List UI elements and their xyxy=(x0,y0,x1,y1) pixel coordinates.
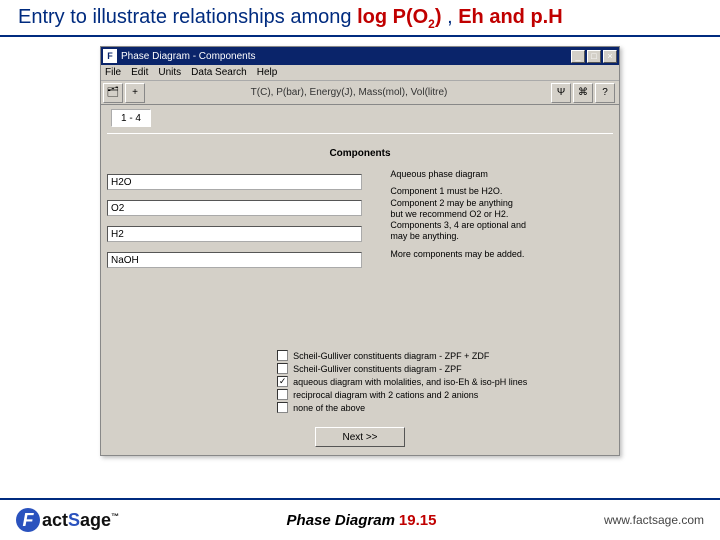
option-label: Scheil-Gulliver constituents diagram - Z… xyxy=(293,351,489,361)
checkbox-icon: ✓ xyxy=(277,376,288,387)
title-hl-2: Eh and p.H xyxy=(458,6,562,28)
checkbox-icon xyxy=(277,402,288,413)
window-title: Phase Diagram - Components xyxy=(121,51,571,62)
option-aqueous[interactable]: ✓ aqueous diagram with molalities, and i… xyxy=(277,376,527,387)
footer-url: www.factsage.com xyxy=(604,513,704,527)
menubar: File Edit Units Data Search Help xyxy=(101,65,619,81)
factsage-logo: F actSage™ xyxy=(16,508,119,532)
maximize-button[interactable]: □ xyxy=(587,50,601,63)
add-icon[interactable]: + xyxy=(125,83,145,103)
logo-text: actSage™ xyxy=(42,510,119,531)
logo-f-icon: F xyxy=(16,508,40,532)
footer-caption: Phase Diagram19.15 xyxy=(119,512,604,529)
components-inputs xyxy=(107,169,390,273)
toolbar: 🗂 + T(C), P(bar), Energy(J), Mass(mol), … xyxy=(101,81,619,105)
info-more: More components may be added. xyxy=(390,249,613,260)
close-button[interactable]: × xyxy=(603,50,617,63)
menu-help[interactable]: Help xyxy=(257,67,278,78)
title-prefix: Entry to illustrate relationships among xyxy=(18,6,357,28)
component-2-field[interactable] xyxy=(107,200,362,216)
option-scheil-zpf[interactable]: Scheil-Gulliver constituents diagram - Z… xyxy=(277,363,527,374)
tool-b-icon[interactable]: ⌘ xyxy=(573,83,593,103)
info-heading: Aqueous phase diagram xyxy=(390,169,613,180)
tool-a-icon[interactable]: Ψ xyxy=(551,83,571,103)
toolbar-units-label: T(C), P(bar), Energy(J), Mass(mol), Vol(… xyxy=(147,87,551,98)
option-label: Scheil-Gulliver constituents diagram - Z… xyxy=(293,364,462,374)
separator xyxy=(107,133,613,134)
option-reciprocal[interactable]: reciprocal diagram with 2 cations and 2 … xyxy=(277,389,527,400)
checkbox-icon xyxy=(277,350,288,361)
tool-help-icon[interactable]: ? xyxy=(595,83,615,103)
app-window: F Phase Diagram - Components _ □ × File … xyxy=(100,46,620,456)
option-none[interactable]: none of the above xyxy=(277,402,527,413)
components-info: Aqueous phase diagram Component 1 must b… xyxy=(390,169,613,273)
components-heading: Components xyxy=(107,140,613,159)
option-scheil-zpf-zdf[interactable]: Scheil-Gulliver constituents diagram - Z… xyxy=(277,350,527,361)
title-mid: , xyxy=(447,6,458,28)
component-count-field[interactable]: 1 - 4 xyxy=(111,109,151,127)
open-icon[interactable]: 🗂 xyxy=(103,83,123,103)
next-button[interactable]: Next >> xyxy=(315,427,405,447)
titlebar: F Phase Diagram - Components _ □ × xyxy=(101,47,619,65)
checkbox-icon xyxy=(277,389,288,400)
component-4-field[interactable] xyxy=(107,252,362,268)
component-1-field[interactable] xyxy=(107,174,362,190)
component-3-field[interactable] xyxy=(107,226,362,242)
menu-data-search[interactable]: Data Search xyxy=(191,67,247,78)
option-label: reciprocal diagram with 2 cations and 2 … xyxy=(293,390,478,400)
slide-title: Entry to illustrate relationships among … xyxy=(0,0,720,37)
slide-footer: F actSage™ Phase Diagram19.15 www.factsa… xyxy=(0,498,720,540)
option-label: none of the above xyxy=(293,403,365,413)
option-label: aqueous diagram with molalities, and iso… xyxy=(293,377,527,387)
window-body: 1 - 4 Components Aqueous phase diagram C… xyxy=(101,109,619,455)
minimize-button[interactable]: _ xyxy=(571,50,585,63)
menu-units[interactable]: Units xyxy=(158,67,181,78)
app-icon: F xyxy=(103,49,117,63)
title-hl-1: log P(O2) xyxy=(357,6,447,28)
checkbox-icon xyxy=(277,363,288,374)
diagram-type-options: Scheil-Gulliver constituents diagram - Z… xyxy=(277,348,527,415)
menu-edit[interactable]: Edit xyxy=(131,67,148,78)
menu-file[interactable]: File xyxy=(105,67,121,78)
info-rules: Component 1 must be H2O. Component 2 may… xyxy=(390,186,613,242)
